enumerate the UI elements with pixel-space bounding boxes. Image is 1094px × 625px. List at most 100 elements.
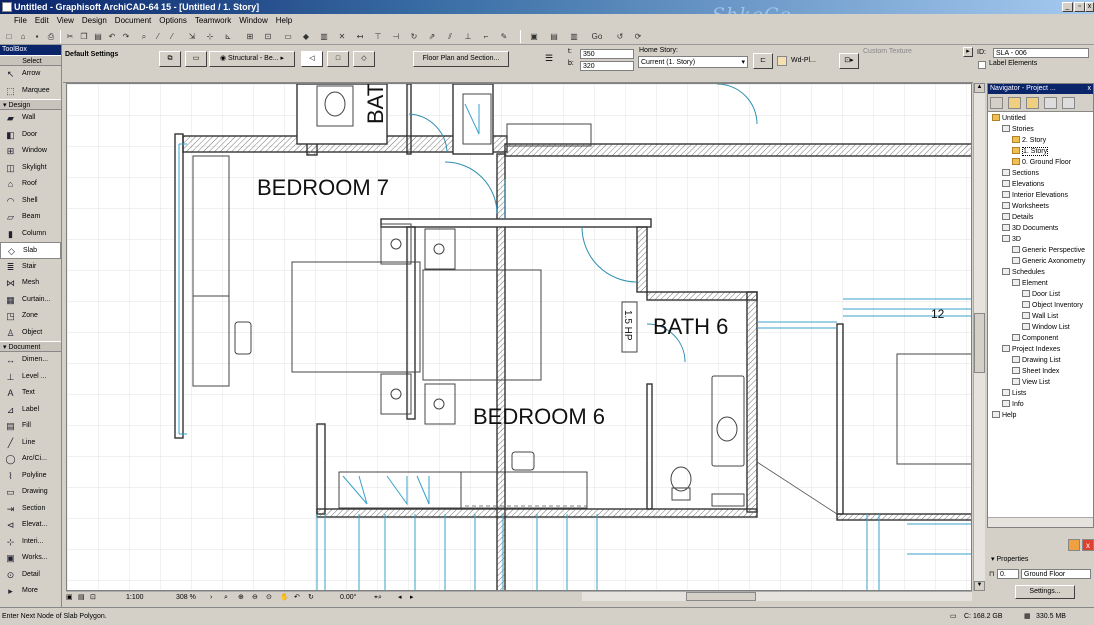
scroll-left-arrow[interactable]: ◂	[398, 592, 402, 604]
open-view-icon[interactable]	[1068, 539, 1080, 551]
scroll-right-arrow[interactable]: ▸	[410, 592, 414, 604]
vertical-scroll-thumb[interactable]	[974, 313, 985, 373]
fillet-icon[interactable]: ⌐	[480, 30, 492, 42]
rebuild-icon[interactable]: ⟳	[632, 30, 644, 42]
view-angle-field[interactable]: 0.00°	[340, 592, 356, 604]
grid-snap-icon[interactable]: ⊞	[244, 30, 256, 42]
gravity-icon[interactable]: ⇲	[186, 30, 198, 42]
tool-polyline[interactable]: ⌇ Polyline	[0, 468, 61, 485]
tool-dimension[interactable]: ↔ Dimen...	[0, 352, 61, 369]
tree-item[interactable]: Sections	[1002, 169, 1039, 179]
teamwork-icon[interactable]: ◆	[300, 30, 312, 42]
copy-icon[interactable]: ❐	[78, 30, 90, 42]
settings-button[interactable]: Settings...	[1015, 585, 1075, 599]
tree-item[interactable]: Generic Axonometry	[1012, 257, 1085, 267]
rotate-icon[interactable]: ↻	[408, 30, 420, 42]
tool-drawing[interactable]: ▭ Drawing	[0, 484, 61, 501]
zoom-tools-icon[interactable]: ⌖⌕	[374, 592, 382, 604]
delete-view-icon[interactable]: x	[1082, 539, 1094, 551]
tool-roof[interactable]: ⌂ Roof	[0, 176, 61, 193]
stretch-icon[interactable]: ⇗	[426, 30, 438, 42]
tool-column[interactable]: ▮ Column	[0, 226, 61, 243]
geometry-method-button[interactable]: ▭	[185, 51, 207, 67]
pick-up-icon[interactable]: ⁄	[152, 30, 164, 42]
pen-set-icon[interactable]: ⊡	[90, 592, 96, 604]
tool-arc[interactable]: ◯ Arc/Ci...	[0, 451, 61, 468]
tool-beam[interactable]: ▱ Beam	[0, 209, 61, 226]
project-map-icon[interactable]	[1008, 97, 1021, 109]
vertical-scrollbar[interactable]: ▲ ▼	[973, 83, 985, 591]
mirror-icon[interactable]: ⊣	[390, 30, 402, 42]
story-index-field[interactable]: 0.	[997, 569, 1019, 579]
tool-section[interactable]: ⇥ Section	[0, 501, 61, 518]
more-tools-button[interactable]: ▸ More	[0, 583, 61, 600]
floor-plan-canvas[interactable]: BEDROOM 7 BEDROOM 6 BATH 6 BATH 1.5 HP 1…	[66, 83, 972, 591]
tree-item[interactable]: 3D	[1002, 235, 1021, 245]
polygon-method-button[interactable]: ◁	[301, 51, 323, 67]
rotated-rect-method-button[interactable]: ◇	[353, 51, 375, 67]
tool-arrow[interactable]: ↖ Arrow	[0, 66, 61, 83]
tree-item[interactable]: 2. Story	[1012, 136, 1046, 146]
tree-item[interactable]: Element	[1012, 279, 1048, 289]
tree-item[interactable]: 0. Ground Floor	[1012, 158, 1071, 168]
material-button[interactable]: ⊏	[753, 53, 773, 69]
save-icon[interactable]: ▪	[31, 30, 43, 42]
pan-icon[interactable]: ✋	[280, 592, 289, 604]
navigator-close-icon[interactable]: x	[1088, 84, 1092, 94]
layer-icon[interactable]: ▭	[282, 30, 294, 42]
tree-item[interactable]: Lists	[1002, 389, 1026, 399]
menu-item-window[interactable]: Window	[239, 16, 267, 25]
tool-curtain-wall[interactable]: ▦ Curtain...	[0, 292, 61, 309]
menu-item-options[interactable]: Options	[159, 16, 187, 25]
tool-line[interactable]: ╱ Line	[0, 435, 61, 452]
tree-item[interactable]: Info	[1002, 400, 1024, 410]
section-view-icon[interactable]: ▤	[548, 30, 560, 42]
tree-item[interactable]: Project Indexes	[1002, 345, 1060, 355]
tree-item[interactable]: Door List	[1022, 290, 1060, 300]
properties-header[interactable]: ▾ Properties	[987, 555, 1094, 565]
3d-window-icon[interactable]: ▥	[318, 30, 330, 42]
layout-icon[interactable]: ▥	[568, 30, 580, 42]
inject-icon[interactable]: ⁄	[166, 30, 178, 42]
home-story-dropdown[interactable]: Current (1. Story) ▾	[638, 56, 748, 68]
tree-item[interactable]: Worksheets	[1002, 202, 1049, 212]
tool-worksheet[interactable]: ▣ Works...	[0, 550, 61, 567]
cut-icon[interactable]: ✂	[64, 30, 76, 42]
tool-mesh[interactable]: ⋈ Mesh	[0, 275, 61, 292]
menu-item-view[interactable]: View	[57, 16, 74, 25]
thickness-field[interactable]: 320	[580, 61, 634, 71]
tool-detail[interactable]: ⊙ Detail	[0, 567, 61, 584]
id-field[interactable]: SLA - 006	[993, 48, 1089, 58]
find-icon[interactable]: ⌕	[138, 30, 150, 42]
tree-item[interactable]: Stories	[1002, 125, 1034, 135]
menu-item-document[interactable]: Document	[115, 16, 151, 25]
tool-level[interactable]: ⊥ Level ...	[0, 369, 61, 386]
tool-door[interactable]: ◧ Door	[0, 127, 61, 144]
publisher-sets-icon[interactable]	[1062, 97, 1075, 109]
navigator-dropdown-icon[interactable]	[990, 97, 1003, 109]
infobox-expand-button[interactable]: ▸	[963, 47, 973, 57]
redraw-icon[interactable]: ↺	[614, 30, 626, 42]
trace-icon[interactable]: ⊡	[262, 30, 274, 42]
view-map-icon[interactable]	[1026, 97, 1039, 109]
go-button[interactable]: Go	[586, 30, 608, 42]
tool-zone[interactable]: ◳ Zone	[0, 308, 61, 325]
zoom-out-icon[interactable]: ⊖	[252, 592, 258, 604]
settings-dialog-button[interactable]: ⧉	[159, 51, 181, 67]
menu-item-file[interactable]: File	[14, 16, 27, 25]
tree-item[interactable]: Untitled	[992, 114, 1026, 124]
tree-item[interactable]: Schedules	[1002, 268, 1045, 278]
print-icon[interactable]: ⎙	[45, 30, 57, 42]
tool-text[interactable]: A Text	[0, 385, 61, 402]
document-group-header[interactable]: ▾ Document	[0, 341, 61, 352]
rectangle-method-button[interactable]: □	[327, 51, 349, 67]
structural-dropdown[interactable]: ◉ Structural - Be... ▸	[209, 51, 295, 67]
tool-stair[interactable]: ≣ Stair	[0, 259, 61, 276]
tree-item[interactable]: Elevations	[1002, 180, 1044, 190]
tree-item[interactable]: Drawing List	[1012, 356, 1061, 366]
tree-item[interactable]: Interior Elevations	[1002, 191, 1068, 201]
minimize-button[interactable]: _	[1062, 2, 1073, 12]
close-button[interactable]: x	[1085, 2, 1094, 12]
label-elements-checkbox[interactable]	[978, 61, 986, 69]
tree-item[interactable]: Window List	[1022, 323, 1070, 333]
